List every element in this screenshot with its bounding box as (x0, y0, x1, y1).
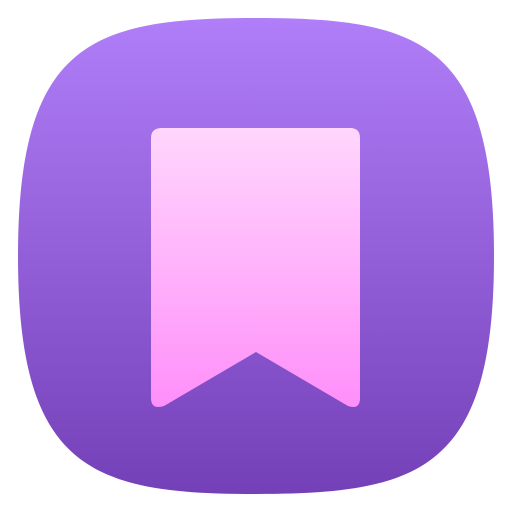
app-icon[interactable] (0, 0, 512, 512)
app-icon-canvas (0, 0, 512, 512)
